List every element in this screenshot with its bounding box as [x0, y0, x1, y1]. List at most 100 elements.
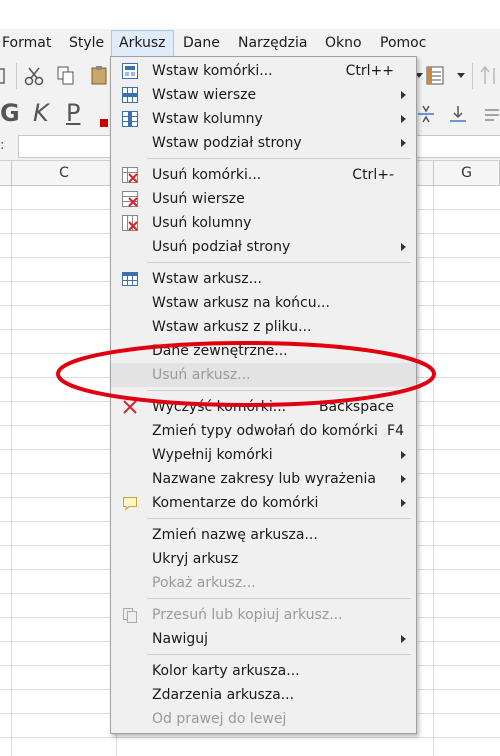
submenu-arrow-icon — [401, 139, 406, 147]
menu-item-label: Wstaw arkusz z pliku... — [152, 319, 312, 335]
menu-dane[interactable]: Dane — [183, 29, 220, 57]
chevron-down-icon[interactable] — [456, 72, 466, 80]
menu-item-cycle-cell-reference-types[interactable]: Zmień typy odwołań do komórki F4 — [111, 419, 416, 443]
menu-item-insert-sheet[interactable]: Wstaw arkusz... — [111, 267, 416, 291]
menu-arkusz[interactable]: Arkusz — [111, 30, 174, 57]
submenu-arrow-icon — [401, 499, 406, 507]
menu-item-label: Od prawej do lewej — [152, 711, 287, 727]
formula-bar-handle: : — [0, 138, 5, 153]
menu-item-delete-rows[interactable]: Usuń wiersze — [111, 187, 416, 211]
menu-item-label: Usuń podział strony — [152, 239, 291, 255]
menu-item-delete-columns[interactable]: Usuń kolumny — [111, 211, 416, 235]
clear-icon — [123, 400, 137, 414]
submenu-arrow-icon — [401, 243, 406, 251]
menu-bar: Format Style Arkusz Dane Narzędzia Okno … — [0, 29, 500, 57]
menu-item-named-ranges[interactable]: Nazwane zakresy lub wyrażenia — [111, 467, 416, 491]
menu-item-label: Wstaw wiersze — [152, 87, 257, 103]
menu-item-label: Komentarze do komórki — [152, 495, 319, 511]
menu-item-external-data[interactable]: Dane zewnętrzne... — [111, 339, 416, 363]
menu-item-label: Pokaż arkusz... — [152, 575, 256, 591]
insert-columns-icon — [122, 111, 138, 127]
menu-item-label: Wstaw podział strony — [152, 135, 302, 151]
menu-separator — [147, 654, 411, 655]
delete-rows-icon — [122, 191, 138, 207]
column-header-c[interactable]: C — [12, 161, 117, 185]
submenu-arrow-icon — [401, 475, 406, 483]
move-copy-sheet-icon — [123, 608, 137, 623]
menu-item-label: Usuń komórki... — [152, 167, 262, 183]
menu-item-label: Usuń kolumny — [152, 215, 252, 231]
menu-item-label: Wstaw arkusz... — [152, 271, 262, 287]
bold-button[interactable]: G — [0, 99, 20, 127]
menu-item-label: Wstaw arkusz na końcu... — [152, 295, 330, 311]
paste-icon[interactable] — [90, 64, 110, 86]
menu-item-insert-sheet-from-file[interactable]: Wstaw arkusz z pliku... — [111, 315, 416, 339]
menu-item-rename-sheet[interactable]: Zmień nazwę arkusza... — [111, 523, 416, 547]
menu-item-label: Wypełnij komórki — [152, 447, 273, 463]
grid-column-line — [11, 186, 12, 756]
menu-item-sheet-tab-color[interactable]: Kolor karty arkusza... — [111, 659, 416, 683]
menu-item-cell-comments[interactable]: Komentarze do komórki — [111, 491, 416, 515]
insert-cells-icon — [122, 63, 138, 79]
menu-separator — [147, 518, 411, 519]
menu-style[interactable]: Style — [69, 29, 104, 57]
menu-separator — [147, 598, 411, 599]
menu-item-fill-cells[interactable]: Wypełnij komórki — [111, 443, 416, 467]
menu-item-label: Usuń wiersze — [152, 191, 245, 207]
copy-icon[interactable] — [56, 65, 76, 87]
submenu-arrow-icon — [401, 451, 406, 459]
toolbar-divider — [16, 63, 17, 89]
toolbar-divider — [472, 63, 473, 89]
menu-format[interactable]: Format — [2, 29, 51, 57]
menu-item-label: Zmień nazwę arkusza... — [152, 527, 318, 543]
menu-separator — [147, 390, 411, 391]
column-header-b[interactable] — [0, 161, 12, 185]
menu-item-label: Kolor karty arkusza... — [152, 663, 300, 679]
menu-item-insert-page-break[interactable]: Wstaw podział strony — [111, 131, 416, 155]
toolbar-partial-icon[interactable] — [0, 66, 8, 86]
menu-item-delete-page-break[interactable]: Usuń podział strony — [111, 235, 416, 259]
menu-item-insert-cells[interactable]: Wstaw komórki... Ctrl++ — [111, 59, 416, 83]
menu-item-label: Usuń arkusz... — [152, 367, 251, 383]
menu-narzedzia[interactable]: Narzędzia — [238, 29, 307, 57]
cut-icon[interactable] — [24, 66, 44, 86]
menu-item-label: Nazwane zakresy lub wyrażenia — [152, 471, 376, 487]
menu-item-label: Ukryj arkusz — [152, 551, 239, 567]
wrap-text-icon[interactable] — [484, 107, 500, 123]
align-center-vertically-icon[interactable] — [416, 103, 436, 125]
comment-icon — [123, 497, 137, 511]
title-area — [0, 0, 500, 29]
menu-separator — [147, 158, 411, 159]
menu-item-label: Dane zewnętrzne... — [152, 343, 288, 359]
grid-column-line — [433, 186, 434, 756]
menu-item-clear-cells[interactable]: Wyczyść komórki... Backspace — [111, 395, 416, 419]
underline-button[interactable]: P — [66, 99, 80, 127]
delete-columns-icon — [122, 215, 138, 231]
align-bottom-icon[interactable] — [448, 103, 468, 125]
menu-okno[interactable]: Okno — [325, 29, 362, 57]
sort-ascending-icon[interactable] — [480, 64, 500, 88]
menu-item-delete-cells[interactable]: Usuń komórki... Ctrl+- — [111, 163, 416, 187]
menu-item-right-to-left[interactable]: Od prawej do lewej — [111, 707, 416, 731]
menu-item-label: Przesuń lub kopiuj arkusz... — [152, 607, 343, 623]
delete-cells-icon — [122, 167, 138, 183]
submenu-arrow-icon — [401, 115, 406, 123]
menu-item-move-copy-sheet[interactable]: Przesuń lub kopiuj arkusz... — [111, 603, 416, 627]
menu-pomoc[interactable]: Pomoc — [380, 29, 426, 57]
column-header-g[interactable]: G — [433, 161, 500, 185]
menu-item-hide-sheet[interactable]: Ukryj arkusz — [111, 547, 416, 571]
menu-item-show-sheet[interactable]: Pokaż arkusz... — [111, 571, 416, 595]
menu-item-insert-sheet-at-end[interactable]: Wstaw arkusz na końcu... — [111, 291, 416, 315]
insert-chart-icon[interactable] — [425, 65, 447, 87]
menu-item-sheet-events[interactable]: Zdarzenia arkusza... — [111, 683, 416, 707]
menu-item-insert-columns[interactable]: Wstaw kolumny — [111, 107, 416, 131]
menu-item-insert-rows[interactable]: Wstaw wiersze — [111, 83, 416, 107]
menu-item-label: Wstaw kolumny — [152, 111, 263, 127]
menu-item-delete-sheet[interactable]: Usuń arkusz... — [111, 363, 416, 387]
menu-item-shortcut: F4 — [387, 423, 404, 439]
font-color-icon[interactable] — [100, 119, 108, 127]
menu-item-label: Zmień typy odwołań do komórki — [152, 423, 378, 439]
italic-button[interactable]: K — [33, 99, 49, 127]
menu-item-shortcut: Ctrl+- — [352, 167, 394, 183]
menu-item-navigate[interactable]: Nawiguj — [111, 627, 416, 651]
